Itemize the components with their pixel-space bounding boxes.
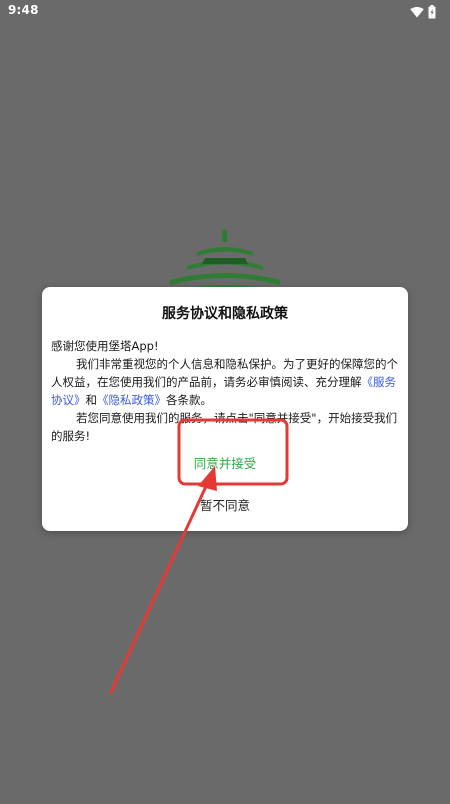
status-icons <box>410 4 436 20</box>
battery-icon <box>428 5 436 19</box>
privacy-dialog: 服务协议和隐私政策 感谢您使用堡塔App! 我们非常重视您的个人信息和隐私保护。… <box>42 287 408 531</box>
privacy-policy-link[interactable]: 《隐私政策》 <box>97 393 166 407</box>
status-bar: 9:48 <box>0 0 450 24</box>
agree-button[interactable]: 同意并接受 <box>42 453 408 472</box>
consent-paragraph: 若您同意使用我们的服务，请点击"同意并接受"，开始接受我们的服务! <box>51 409 401 445</box>
paragraph2-text: 若您同意使用我们的服务，请点击"同意并接受"，开始接受我们的服务! <box>51 411 398 443</box>
privacy-paragraph: 我们非常重视您的个人信息和隐私保护。为了更好的保障您的个人权益，在您使用我们的产… <box>51 355 401 409</box>
dialog-body: 感谢您使用堡塔App! 我们非常重视您的个人信息和隐私保护。为了更好的保障您的个… <box>51 337 401 445</box>
wifi-icon <box>410 6 424 18</box>
status-time: 9:48 <box>8 3 39 17</box>
terms-suffix-text: 各条款。 <box>166 393 212 407</box>
greeting-text: 感谢您使用堡塔App! <box>51 339 159 353</box>
and-text: 和 <box>85 393 98 407</box>
paragraph1-text: 我们非常重视您的个人信息和隐私保护。为了更好的保障您的个人权益，在您使用我们的产… <box>51 357 398 389</box>
decline-button[interactable]: 暂不同意 <box>42 495 408 514</box>
dialog-title: 服务协议和隐私政策 <box>162 306 288 322</box>
